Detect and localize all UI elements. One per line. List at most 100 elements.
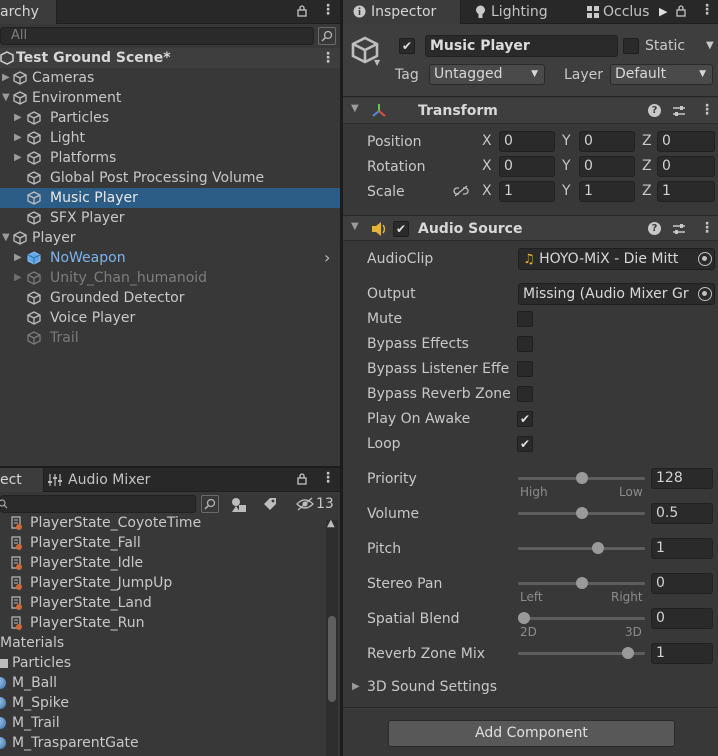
hierarchy-item-environment[interactable]: ▼ Environment bbox=[0, 88, 340, 108]
loop-checkbox[interactable]: ✔ bbox=[517, 436, 533, 452]
kebab-menu-icon[interactable]: ⋮ bbox=[700, 2, 714, 18]
expand-arrow-icon[interactable]: ▶ bbox=[14, 148, 24, 168]
add-component-button[interactable]: Add Component bbox=[388, 720, 675, 747]
presets-icon[interactable] bbox=[672, 104, 686, 118]
component-kebab-icon[interactable]: ⋮ bbox=[700, 102, 714, 118]
hierarchy-item-platforms[interactable]: ▶ Platforms bbox=[0, 148, 340, 168]
project-item[interactable]: PlayerState_JumpUp bbox=[0, 573, 326, 593]
link-scale-icon[interactable] bbox=[453, 185, 469, 197]
object-picker-icon[interactable] bbox=[698, 252, 712, 266]
priority-field[interactable]: 128 bbox=[651, 468, 713, 489]
hierarchy-item-grounded-detector[interactable]: Grounded Detector bbox=[0, 288, 340, 308]
project-search-input[interactable] bbox=[0, 495, 196, 513]
tab-lighting[interactable]: Lighting bbox=[473, 0, 583, 24]
volume-field[interactable]: 0.5 bbox=[651, 503, 713, 524]
stereo-pan-slider-handle[interactable] bbox=[575, 577, 588, 589]
rotation-x-field[interactable]: 0 bbox=[499, 156, 555, 177]
expand-arrow-icon[interactable]: ▶ bbox=[14, 108, 24, 128]
active-checkbox[interactable]: ✔ bbox=[399, 38, 415, 54]
collapse-arrow-icon[interactable]: ▼ bbox=[2, 228, 12, 248]
expand-arrow-icon[interactable]: ▶ bbox=[14, 128, 24, 148]
output-field[interactable]: Missing (Audio Mixer Gr bbox=[518, 283, 715, 305]
static-dropdown-arrow-icon[interactable]: ▼ bbox=[706, 40, 714, 51]
hierarchy-item-music-player[interactable]: Music Player bbox=[0, 188, 340, 208]
reverb-mix-field[interactable]: 1 bbox=[651, 643, 713, 664]
hierarchy-item-noweapon[interactable]: ▶ NoWeapon › bbox=[0, 248, 340, 268]
project-item[interactable]: PlayerState_Land bbox=[0, 593, 326, 613]
open-prefab-chevron-icon[interactable]: › bbox=[324, 248, 330, 268]
expand-arrow-icon[interactable]: ▶ bbox=[352, 681, 360, 692]
project-item[interactable]: M_Ball bbox=[0, 673, 326, 693]
tag-dropdown[interactable]: Untagged ▼ bbox=[429, 64, 545, 85]
mute-checkbox[interactable] bbox=[517, 311, 533, 327]
tab-occlusion[interactable]: Occlus bbox=[587, 0, 667, 24]
component-kebab-icon[interactable]: ⋮ bbox=[700, 220, 714, 236]
hierarchy-search-input[interactable]: All bbox=[0, 27, 314, 45]
rotation-y-field[interactable]: 0 bbox=[579, 156, 635, 177]
scene-root-row[interactable]: Test Ground Scene* ⋮ bbox=[0, 48, 340, 68]
pitch-slider-track[interactable] bbox=[518, 547, 645, 550]
hierarchy-item-global-post-processing-volume[interactable]: Global Post Processing Volume bbox=[0, 168, 340, 188]
scale-x-label[interactable]: X bbox=[482, 181, 492, 202]
tab-inspector[interactable]: Inspector bbox=[343, 0, 461, 24]
project-item[interactable]: M_TrasparentGate bbox=[0, 733, 326, 753]
rotation-z-label[interactable]: Z bbox=[642, 156, 652, 177]
project-item[interactable]: PlayerState_CoyoteTime bbox=[0, 516, 326, 533]
project-folder-particles[interactable]: Particles bbox=[0, 653, 326, 673]
presets-icon[interactable] bbox=[672, 222, 686, 236]
spatial-blend-slider-track[interactable] bbox=[518, 617, 645, 620]
audioclip-field[interactable]: ♫ HOYO-MiX - Die Mitt bbox=[518, 248, 715, 270]
hierarchy-item-player[interactable]: ▼ Player bbox=[0, 228, 340, 248]
scale-z-label[interactable]: Z bbox=[642, 181, 652, 202]
position-z-label[interactable]: Z bbox=[642, 131, 652, 152]
hierarchy-item-particles[interactable]: ▶ Particles bbox=[0, 108, 340, 128]
layer-dropdown[interactable]: Default ▼ bbox=[610, 64, 713, 85]
collapse-arrow-icon[interactable]: ▼ bbox=[2, 88, 12, 108]
help-icon[interactable]: ? bbox=[648, 222, 661, 235]
stereo-pan-field[interactable]: 0 bbox=[651, 573, 713, 594]
help-icon[interactable]: ? bbox=[648, 104, 661, 117]
reverb-mix-slider-handle[interactable] bbox=[621, 647, 634, 659]
sound-settings-foldout[interactable]: ▶ 3D Sound Settings bbox=[351, 675, 711, 699]
position-z-field[interactable]: 0 bbox=[657, 131, 715, 152]
tab-audio-mixer[interactable]: Audio Mixer bbox=[48, 468, 168, 492]
collapse-arrow-icon[interactable]: ▼ bbox=[351, 103, 359, 114]
scale-x-field[interactable]: 1 bbox=[499, 181, 555, 202]
hierarchy-item-voice-player[interactable]: Voice Player bbox=[0, 308, 340, 328]
filter-by-label-icon[interactable] bbox=[262, 496, 278, 512]
collapse-arrow-icon[interactable]: ▼ bbox=[351, 221, 359, 232]
scale-y-label[interactable]: Y bbox=[562, 181, 571, 202]
kebab-menu-icon[interactable]: ⋮ bbox=[321, 470, 335, 486]
icon-dropdown-arrow-icon[interactable]: ▼ bbox=[374, 58, 380, 67]
lock-icon[interactable] bbox=[675, 5, 687, 17]
lock-icon[interactable] bbox=[296, 5, 308, 17]
pitch-field[interactable]: 1 bbox=[651, 538, 713, 559]
search-scene-icon[interactable] bbox=[318, 27, 336, 45]
scrollbar-thumb[interactable] bbox=[328, 616, 336, 702]
position-x-label[interactable]: X bbox=[482, 131, 492, 152]
bypass-reverb-checkbox[interactable] bbox=[517, 386, 533, 402]
project-scrollbar[interactable]: ▲ bbox=[326, 518, 338, 756]
scale-z-field[interactable]: 1 bbox=[657, 181, 715, 202]
scene-kebab-icon[interactable]: ⋮ bbox=[321, 48, 335, 68]
position-y-label[interactable]: Y bbox=[562, 131, 571, 152]
project-folder-materials[interactable]: Materials bbox=[0, 633, 326, 653]
static-checkbox[interactable] bbox=[623, 38, 639, 54]
expand-arrow-icon[interactable]: ▶ bbox=[14, 248, 24, 268]
hidden-packages-icon[interactable] bbox=[296, 497, 314, 511]
position-x-field[interactable]: 0 bbox=[499, 131, 555, 152]
position-y-field[interactable]: 0 bbox=[579, 131, 635, 152]
rotation-y-label[interactable]: Y bbox=[562, 156, 571, 177]
lock-icon[interactable] bbox=[296, 473, 308, 485]
project-item[interactable]: M_Trail bbox=[0, 713, 326, 733]
play-on-awake-checkbox[interactable]: ✔ bbox=[517, 411, 533, 427]
rotation-z-field[interactable]: 0 bbox=[657, 156, 715, 177]
bypass-effects-checkbox[interactable] bbox=[517, 336, 533, 352]
object-picker-icon[interactable] bbox=[698, 287, 712, 301]
hierarchy-item-sfx-player[interactable]: SFX Player bbox=[0, 208, 340, 228]
filter-by-type-icon[interactable] bbox=[230, 496, 248, 514]
rotation-x-label[interactable]: X bbox=[482, 156, 492, 177]
volume-slider-handle[interactable] bbox=[575, 507, 588, 519]
expand-arrow-icon[interactable]: ▶ bbox=[2, 68, 12, 88]
audio-source-enabled-checkbox[interactable]: ✔ bbox=[393, 221, 409, 237]
